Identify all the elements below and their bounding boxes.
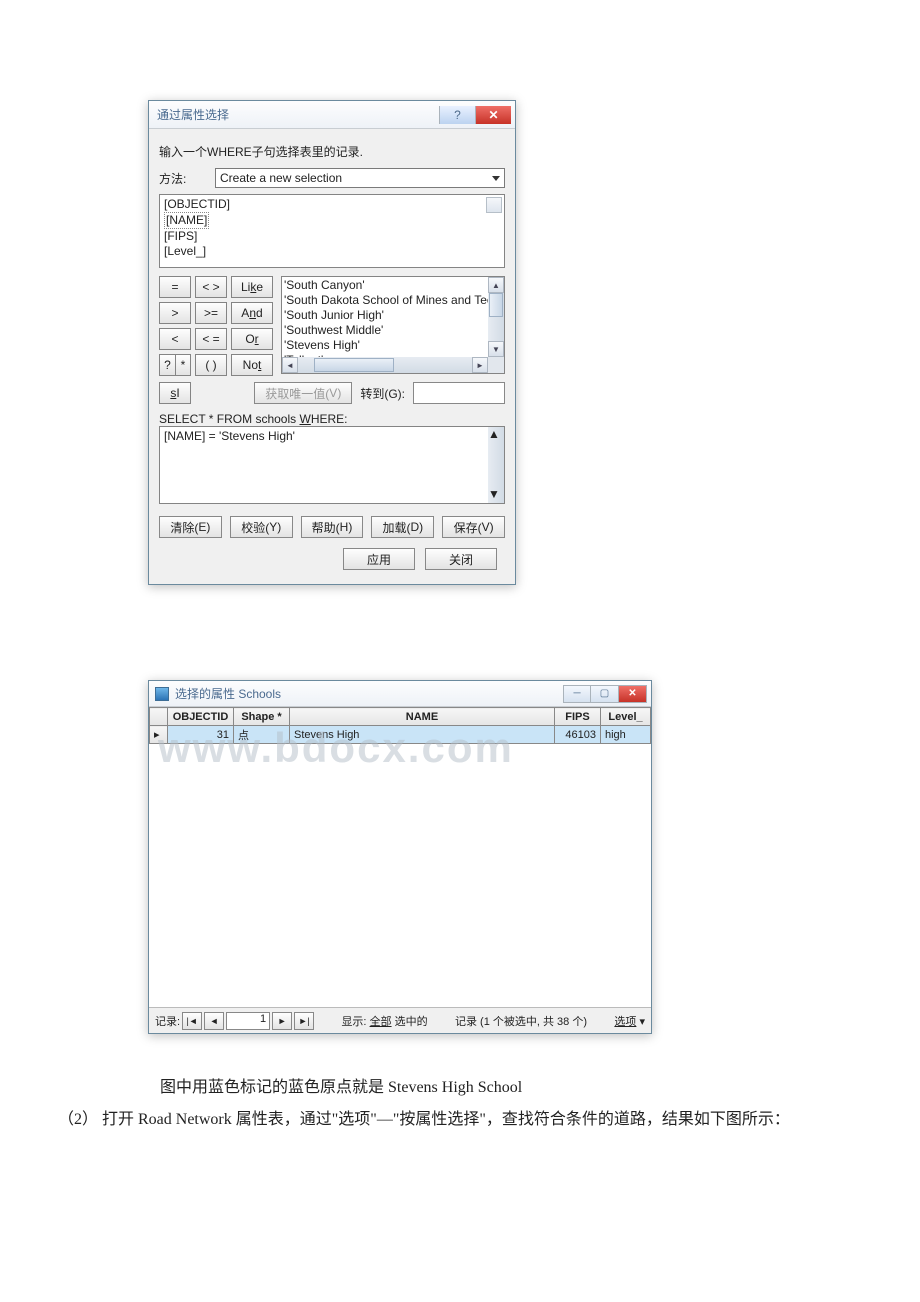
get-unique-button[interactable]: 获取唯一值(V) [254,382,352,404]
close-icon[interactable]: ✕ [619,685,647,703]
show-all-link[interactable]: 全部 [370,1016,392,1028]
nav-first-icon[interactable]: |◄ [182,1012,202,1030]
scroll-up-icon[interactable]: ▲ [488,427,504,443]
window-title: 选择的属性 Schools [175,685,563,702]
clear-button[interactable]: 清除(E) [159,516,222,538]
op-paren[interactable]: ( ) [195,354,227,376]
close-icon[interactable]: ✕ [475,106,511,124]
op-gt[interactable]: > [159,302,191,324]
status-text: 记录 (1 个被选中, 共 38 个) [455,1013,587,1029]
value-item[interactable]: 'South Junior High' [284,308,502,323]
expression-textarea[interactable]: [NAME] = 'Stevens High' ▲ ▼ [159,426,505,504]
value-item[interactable]: 'South Dakota School of Mines and Techn [284,293,502,308]
unique-values-list[interactable]: 'South Canyon' 'South Dakota School of M… [281,276,505,374]
method-dropdown[interactable]: Create a new selection [215,168,505,188]
titlebar[interactable]: 通过属性选择 ? ✕ [149,101,515,129]
col-name[interactable]: NAME [290,708,555,726]
fields-list[interactable]: [OBJECTID] [NAME] [FIPS] [Level_] [159,194,505,268]
col-objectid[interactable]: OBJECTID [168,708,234,726]
cell-fips[interactable]: 46103 [555,726,601,744]
select-by-attributes-dialog: 通过属性选择 ? ✕ 输入一个WHERE子句选择表里的记录. 方法: Creat… [148,100,516,585]
close-button[interactable]: 关闭 [425,548,497,570]
nav-last-icon[interactable]: ►| [294,1012,314,1030]
scroll-corner [488,357,504,373]
load-button[interactable]: 加载(D) [371,516,434,538]
nav-prev-icon[interactable]: ◄ [204,1012,224,1030]
value-item[interactable]: 'Stevens High' [284,338,502,353]
show-label: 显示: [341,1016,366,1028]
maximize-icon[interactable]: ▢ [591,685,619,703]
method-label: 方法: [159,170,215,187]
cell-name[interactable]: Stevens High [290,726,555,744]
cell-shape[interactable]: 点 [234,726,290,744]
op-lt[interactable]: < [159,328,191,350]
select-all-header[interactable] [150,708,168,726]
field-item[interactable]: [OBJECTID] [164,197,500,212]
op-star[interactable]: * [175,354,191,376]
apply-button[interactable]: 应用 [343,548,415,570]
instruction-label: 输入一个WHERE子句选择表里的记录. [159,143,505,160]
values-vscrollbar[interactable]: ▲ ▼ [488,277,504,357]
options-dropdown[interactable]: 选项 ▾ [614,1013,645,1029]
chevron-down-icon: ▾ [639,1016,645,1028]
op-gte[interactable]: >= [195,302,227,324]
expression-text: [NAME] = 'Stevens High' [164,429,295,443]
caption-text-2: （2） 打开 Road Network 属性表，通过"选项"—"按属性选择"，查… [58,1106,880,1134]
col-shape[interactable]: Shape * [234,708,290,726]
table-icon [155,687,169,701]
help-icon[interactable]: ? [439,106,475,124]
save-button[interactable]: 保存(V) [442,516,505,538]
cell-level[interactable]: high [601,726,651,744]
method-value: Create a new selection [220,171,342,185]
value-item[interactable]: 'South Canyon' [284,278,502,293]
op-lte[interactable]: < = [195,328,227,350]
verify-button[interactable]: 校验(Y) [230,516,293,538]
row-header[interactable]: ▸ [150,726,168,744]
goto-label: 转到(G): [360,385,405,402]
minimize-icon[interactable]: ─ [563,685,591,703]
op-not[interactable]: Not [231,354,273,376]
record-number-input[interactable]: 1 [226,1012,270,1030]
titlebar[interactable]: 选择的属性 Schools ─ ▢ ✕ [149,681,651,707]
dialog-title: 通过属性选择 [157,106,439,123]
nav-next-icon[interactable]: ► [272,1012,292,1030]
table-grid[interactable]: OBJECTID Shape * NAME FIPS Level_ ▸ 31 点… [149,707,651,1007]
show-group: 显示: 全部 选中的 [341,1013,427,1029]
scroll-down-icon[interactable]: ▼ [488,487,504,503]
caption-text-1: 图中用蓝色标记的蓝色原点就是 Stevens High School [160,1073,522,1097]
op-is[interactable]: sI [159,382,191,404]
op-question[interactable]: ? [159,354,175,376]
scroll-left-icon[interactable]: ◄ [282,357,298,373]
op-like[interactable]: Like [231,276,273,298]
field-item[interactable]: [FIPS] [164,229,500,244]
scroll-thumb[interactable] [489,293,503,317]
record-label: 记录: [155,1013,180,1029]
scroll-up-icon[interactable]: ▲ [488,277,504,293]
field-item[interactable]: [Level_] [164,244,500,259]
op-equals[interactable]: = [159,276,191,298]
values-hscrollbar[interactable]: ◄ ► [282,357,488,373]
sql-label: SELECT * FROM schools WHERE: [159,412,505,426]
scroll-right-icon[interactable]: ► [472,357,488,373]
scroll-thumb[interactable] [314,358,394,372]
operator-buttons: = < > Like > >= And < < = Or ? * ( ) Not [159,276,273,376]
field-item-selected[interactable]: [NAME] [164,212,209,229]
col-level[interactable]: Level_ [601,708,651,726]
table-row[interactable]: ▸ 31 点 Stevens High 46103 high [150,726,651,744]
goto-input[interactable] [413,382,505,404]
op-and[interactable]: And [231,302,273,324]
value-item[interactable]: 'Southwest Middle' [284,323,502,338]
expr-vscrollbar[interactable]: ▲ ▼ [488,427,504,503]
show-selected-link[interactable]: 选中的 [395,1016,428,1028]
statusbar: 记录: |◄ ◄ 1 ► ►| 显示: 全部 选中的 记录 (1 个被选中, 共… [149,1007,651,1033]
selected-attributes-window: 选择的属性 Schools ─ ▢ ✕ OBJECTID Shape * NAM… [148,680,652,1034]
col-fips[interactable]: FIPS [555,708,601,726]
op-or[interactable]: Or [231,328,273,350]
op-notequals[interactable]: < > [195,276,227,298]
scroll-down-icon[interactable]: ▼ [488,341,504,357]
cell-objectid[interactable]: 31 [168,726,234,744]
help-button[interactable]: 帮助(H) [301,516,364,538]
